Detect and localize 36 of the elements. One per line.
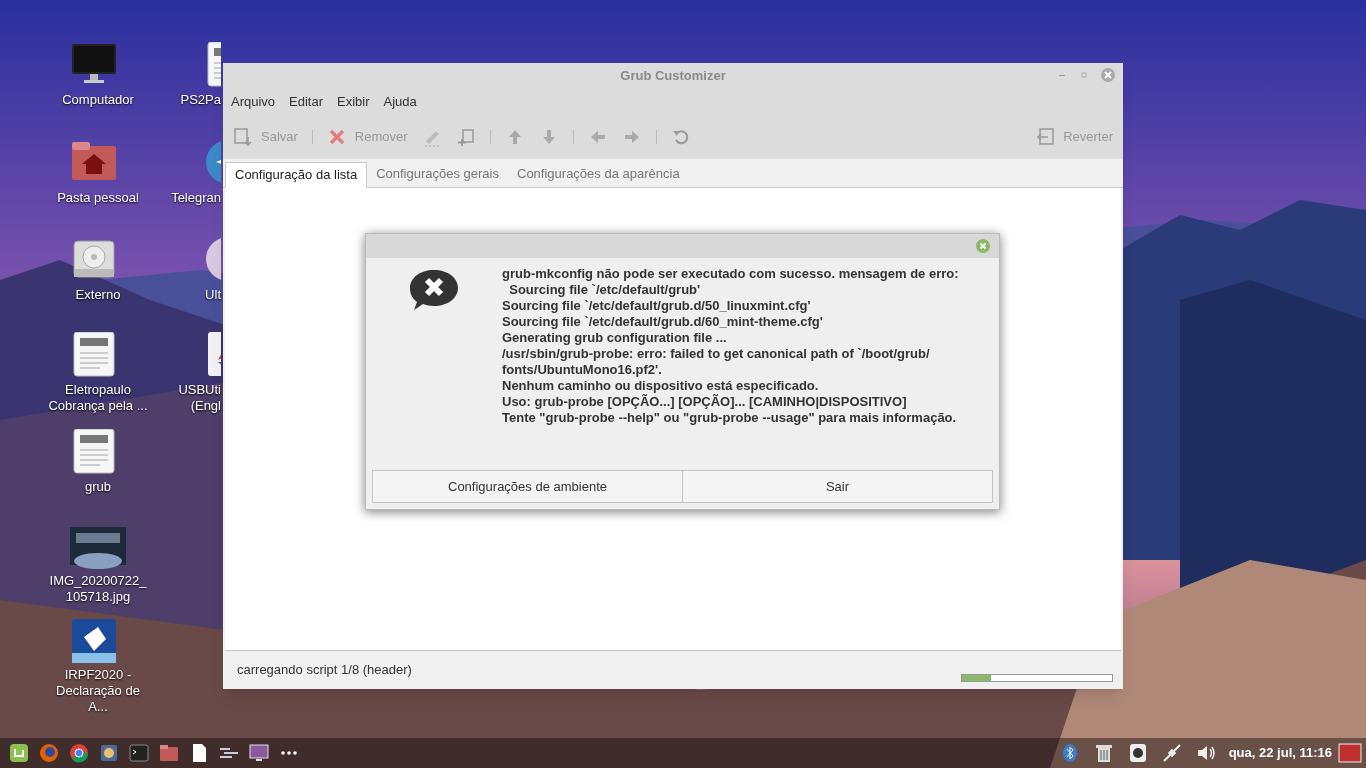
dialog-button[interactable]: Sair	[683, 470, 993, 503]
icon-label[interactable]: Telegran	[171, 190, 221, 206]
menu-item[interactable]: Ajuda	[383, 92, 417, 112]
tab[interactable]: Configurações da aparência	[508, 161, 689, 187]
menu-item[interactable]: Exibir	[337, 92, 370, 112]
clock[interactable]: qua, 22 jul, 11:16	[1228, 743, 1332, 763]
folder-icon[interactable]	[158, 742, 180, 764]
icon-label[interactable]: grub	[85, 479, 111, 495]
monitor-icon[interactable]	[248, 742, 270, 764]
revert-icon	[1035, 127, 1056, 147]
window-title: Grub Customizer	[620, 67, 726, 86]
icon-label[interactable]: Ult	[205, 287, 221, 303]
menu-icon[interactable]	[8, 742, 30, 764]
text-document-icon[interactable]	[204, 42, 221, 88]
tab[interactable]: Configuração da lista	[225, 162, 368, 188]
tab[interactable]: Configurações gerais	[367, 161, 508, 187]
browser-icon[interactable]	[68, 742, 90, 764]
icon-label[interactable]: Pasta pessoal	[57, 190, 139, 206]
icon-label[interactable]: USBUti (Engl	[178, 382, 221, 414]
icon-label[interactable]: Computador	[62, 92, 134, 108]
icon-label[interactable]: Externo	[75, 287, 121, 303]
save-icon	[233, 127, 253, 147]
terminal-icon[interactable]	[128, 742, 150, 764]
browser-icon[interactable]	[38, 742, 60, 764]
icon-label[interactable]: Eletropaulo Cobrança pela ...	[48, 382, 148, 414]
menu-item[interactable]: Editar	[289, 92, 324, 112]
desktop-icon[interactable]	[1338, 742, 1362, 764]
status-text: carregando script 1/8 (header)	[237, 661, 412, 680]
icon-label[interactable]: IMG_20200722_ 105718.jpg	[48, 573, 148, 605]
dialog-button[interactable]: Configurações de ambiente	[372, 470, 683, 503]
error-icon	[408, 268, 460, 312]
menu-item[interactable]: Arquivo	[231, 92, 276, 112]
icon-label[interactable]: PS2Pa	[180, 92, 221, 108]
error-message: grub-mkconfig não pode ser executado com sucesso. mensagem de erro: Sourcing file `/etc/default/grub' Sourcing file `/etc/default/grub.d/50_linuxmint.cfg' Sourcing file `/etc/default/grub.d/60_mint-theme.cfg' Generating grub configuration file ... /usr/sbin/grub-probe: erro: failed to get canonical path of `/boot/grub/ fonts/UbuntuMono16.pf2'. Nenhum caminho ou dispositivo está especificado. Uso: grub-probe [OPÇÃO...] [OPÇÃO]... [CAMINHO|DISPOSITIVO] Tente "grub-probe --help" ou "grub-probe --usage" para mais informação.	[502, 266, 959, 427]
icon-label[interactable]: IRPF2020 - Declaração de A...	[48, 667, 148, 715]
app-icon[interactable]	[98, 742, 120, 764]
